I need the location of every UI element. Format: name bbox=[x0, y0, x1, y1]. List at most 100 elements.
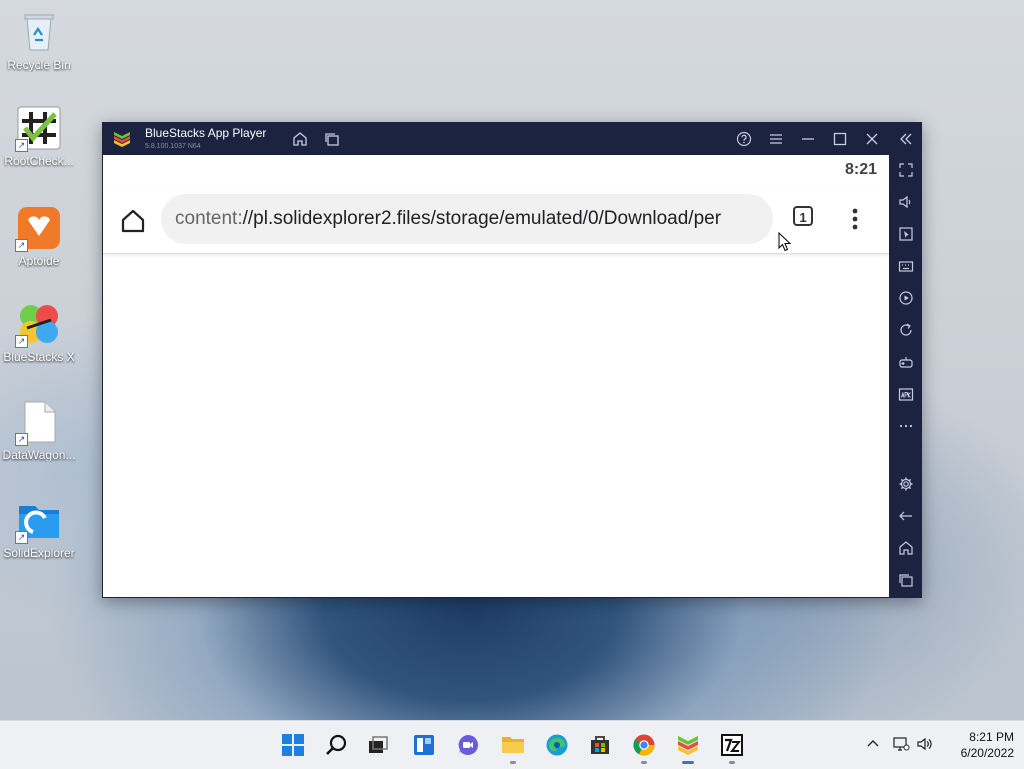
shortcut-arrow-icon: ↗ bbox=[15, 239, 28, 252]
mouse-cursor-icon bbox=[778, 231, 792, 252]
desktop-icon-solidexplorer[interactable]: ↗ SolidExplorer bbox=[0, 498, 78, 560]
start-button[interactable] bbox=[277, 729, 309, 761]
apk-icon bbox=[898, 388, 914, 401]
desktop-icon-label: Aptoide bbox=[18, 254, 60, 268]
close-icon bbox=[866, 133, 878, 145]
clock-time: 8:21 PM bbox=[969, 730, 1014, 744]
android-home-button[interactable] bbox=[896, 538, 916, 558]
desktop-icon-label: Recycle Bin bbox=[7, 58, 71, 72]
maximize-icon bbox=[833, 132, 847, 146]
settings-button[interactable] bbox=[896, 474, 916, 494]
pointer-lock-button[interactable] bbox=[896, 224, 916, 244]
minimize-icon bbox=[802, 138, 814, 140]
edge-browser-icon bbox=[546, 734, 568, 756]
desktop-icon-rootcheck[interactable]: ↗ RootCheck... bbox=[0, 106, 78, 168]
bluestacks-taskbar-button[interactable] bbox=[672, 729, 704, 764]
home-icon bbox=[899, 541, 913, 555]
maximize-button[interactable] bbox=[830, 129, 850, 149]
tab-switcher-button[interactable]: 1 bbox=[793, 206, 817, 230]
shortcut-arrow-icon: ↗ bbox=[15, 433, 28, 446]
aptoide-icon: ↗ bbox=[15, 206, 61, 252]
android-recents-button[interactable] bbox=[896, 570, 916, 590]
chevron-up-icon bbox=[867, 740, 879, 747]
show-hidden-icons-button[interactable] bbox=[864, 735, 882, 753]
keyboard-icon bbox=[898, 261, 914, 272]
bluestacks-icon bbox=[678, 736, 698, 755]
desktop-icon-recycle-bin[interactable]: Recycle Bin bbox=[0, 10, 78, 72]
shortcut-arrow-icon: ↗ bbox=[15, 335, 28, 348]
keyboard-button[interactable] bbox=[896, 256, 916, 276]
gamepad-icon bbox=[899, 357, 913, 368]
widgets-button[interactable] bbox=[408, 729, 440, 761]
rotate-button[interactable] bbox=[896, 320, 916, 340]
desktop-icon-label: SolidExplorer bbox=[3, 546, 75, 560]
bluestacks-side-toolbar bbox=[890, 155, 922, 598]
store-button[interactable] bbox=[584, 729, 616, 761]
window-titlebar[interactable]: BlueStacks App Player 5.8.100.1037 N64 bbox=[102, 122, 922, 155]
7zip-button[interactable] bbox=[716, 729, 748, 764]
desktop-icon-datawagon[interactable]: ↗ DataWagon... bbox=[0, 400, 78, 462]
help-button[interactable] bbox=[734, 129, 754, 149]
folder-icon bbox=[502, 737, 524, 753]
close-button[interactable] bbox=[862, 129, 882, 149]
gear-icon bbox=[899, 477, 913, 491]
file-explorer-button[interactable] bbox=[497, 729, 529, 764]
chat-button[interactable] bbox=[452, 729, 484, 761]
multi-instance-button[interactable] bbox=[322, 129, 342, 149]
layers-icon bbox=[325, 133, 339, 146]
volume-icon bbox=[899, 195, 911, 209]
edge-button[interactable] bbox=[541, 729, 573, 761]
system-clock[interactable]: 8:21 PM 6/20/2022 bbox=[940, 729, 1014, 761]
hamburger-menu-icon bbox=[770, 134, 782, 144]
chrome-button[interactable] bbox=[628, 729, 660, 764]
7zip-icon bbox=[721, 734, 743, 756]
browser-menu-button[interactable] bbox=[845, 205, 865, 233]
menu-button[interactable] bbox=[766, 129, 786, 149]
volume-status[interactable] bbox=[916, 735, 934, 753]
more-vertical-icon bbox=[852, 208, 858, 230]
windows-logo-icon bbox=[282, 734, 304, 756]
fullscreen-icon bbox=[899, 163, 913, 177]
window-title: BlueStacks App Player bbox=[145, 126, 267, 140]
play-circle-icon bbox=[899, 291, 913, 305]
home-button[interactable] bbox=[290, 129, 310, 149]
task-view-button[interactable] bbox=[362, 729, 394, 761]
url-scheme: content: bbox=[175, 208, 243, 229]
network-status[interactable] bbox=[892, 735, 910, 753]
shortcut-arrow-icon: ↗ bbox=[15, 531, 28, 544]
chat-camera-icon bbox=[458, 735, 478, 755]
taskbar: 8:21 PM 6/20/2022 bbox=[0, 720, 1024, 769]
shortcut-arrow-icon: ↗ bbox=[15, 139, 28, 152]
address-bar[interactable]: content://pl.solidexplorer2.files/storag… bbox=[161, 194, 773, 244]
task-view-icon bbox=[369, 736, 388, 753]
fullscreen-button[interactable] bbox=[896, 160, 916, 180]
search-button[interactable] bbox=[321, 729, 353, 761]
android-screen[interactable]: 8:21 content://pl.solidexplorer2.files/s… bbox=[103, 155, 889, 597]
network-icon bbox=[893, 737, 910, 751]
macro-recorder-button[interactable] bbox=[896, 288, 916, 308]
window-version: 5.8.100.1037 N64 bbox=[145, 143, 201, 150]
android-back-button[interactable] bbox=[896, 506, 916, 526]
clock-date: 6/20/2022 bbox=[960, 746, 1014, 760]
home-icon bbox=[293, 132, 307, 146]
url-path: //pl.solidexplorer2.files/storage/emulat… bbox=[242, 208, 722, 229]
collapse-sidebar-button[interactable] bbox=[896, 129, 916, 149]
search-icon bbox=[326, 734, 347, 755]
more-options-button[interactable] bbox=[896, 416, 916, 436]
rootcheck-icon: ↗ bbox=[15, 106, 61, 152]
tab-count: 1 bbox=[793, 206, 813, 226]
install-apk-button[interactable] bbox=[896, 384, 916, 404]
desktop-icon-bluestacks-x[interactable]: ↗ BlueStacks X bbox=[0, 302, 78, 364]
running-indicator bbox=[641, 761, 647, 764]
cursor-box-icon bbox=[899, 227, 913, 241]
browser-home-button[interactable] bbox=[119, 207, 147, 235]
desktop-icon-label: DataWagon... bbox=[2, 448, 76, 462]
widgets-icon bbox=[414, 735, 434, 755]
bluestacks-logo-icon bbox=[112, 129, 132, 149]
bluestacks-window: BlueStacks App Player 5.8.100.1037 N64 8… bbox=[102, 122, 922, 598]
minimize-button[interactable] bbox=[798, 129, 818, 149]
volume-button[interactable] bbox=[896, 192, 916, 212]
recents-icon bbox=[899, 574, 913, 587]
game-controls-button[interactable] bbox=[896, 352, 916, 372]
desktop-icon-aptoide[interactable]: ↗ Aptoide bbox=[0, 206, 78, 268]
